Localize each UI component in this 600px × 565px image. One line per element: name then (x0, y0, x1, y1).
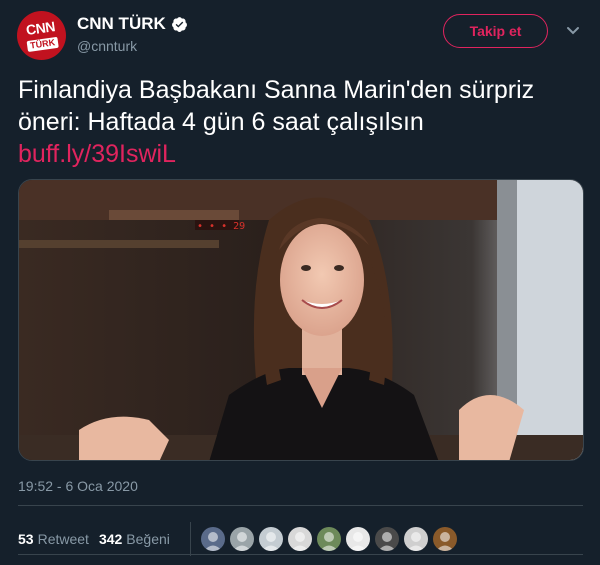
chevron-down-icon[interactable] (566, 26, 580, 36)
stats-separator (189, 522, 191, 556)
account-avatar[interactable]: CNN TÜRK (17, 11, 66, 60)
user-avatar-icon (406, 532, 425, 551)
like-count[interactable]: 342 Beğeni (99, 531, 170, 547)
account-name[interactable]: CNN TÜRK (77, 14, 188, 34)
like-count-value: 342 (98, 531, 123, 547)
liker-avatars (200, 527, 457, 551)
liker-avatar[interactable] (200, 527, 225, 551)
divider (18, 505, 583, 506)
user-avatar-icon (203, 532, 222, 551)
liker-avatar[interactable] (345, 527, 370, 551)
liker-avatar[interactable] (432, 527, 457, 551)
account-name-text[interactable]: CNN TÜRK (77, 14, 166, 34)
liker-avatar[interactable] (229, 527, 254, 551)
tweet-body: Finlandiya Başbakanı Sanna Marin'den sür… (18, 76, 535, 136)
user-avatar-icon (377, 532, 396, 551)
liker-avatar[interactable] (258, 527, 283, 551)
default-user-icon (261, 532, 280, 551)
user-avatar-icon (435, 532, 454, 551)
tweet-photo[interactable]: • • • 29 (18, 179, 584, 461)
user-avatar-icon (319, 532, 338, 551)
liker-avatar[interactable] (403, 527, 428, 551)
verified-badge-icon (171, 16, 187, 32)
svg-text:• • • 29: • • • 29 (197, 221, 245, 232)
account-handle[interactable]: @cnnturk (77, 38, 137, 54)
tweet-text: Finlandiya Başbakanı Sanna Marin'den sür… (18, 74, 588, 170)
tweet-link[interactable]: buff.ly/39IswiL (18, 138, 588, 170)
cnn-turk-logo: CNN TÜRK (24, 18, 59, 52)
retweet-count-value: 53 (18, 531, 34, 547)
retweet-count-label: Retweet (37, 531, 89, 547)
liker-avatar[interactable] (316, 527, 341, 551)
divider (18, 554, 583, 555)
user-avatar-icon (348, 532, 367, 551)
follow-button[interactable]: Takip et (443, 14, 548, 48)
tweet-timestamp[interactable]: 19:52 - 6 Oca 2020 (18, 478, 138, 494)
liker-avatar[interactable] (287, 527, 312, 551)
engagement-stats: 53 Retweet 342 Beğeni (18, 522, 457, 556)
user-avatar-icon (232, 532, 251, 551)
retweet-count[interactable]: 53 Retweet (18, 531, 89, 547)
like-count-label: Beğeni (126, 531, 170, 547)
photo-illustration: • • • 29 (19, 180, 583, 460)
user-avatar-icon (290, 532, 309, 551)
liker-avatar[interactable] (374, 527, 399, 551)
